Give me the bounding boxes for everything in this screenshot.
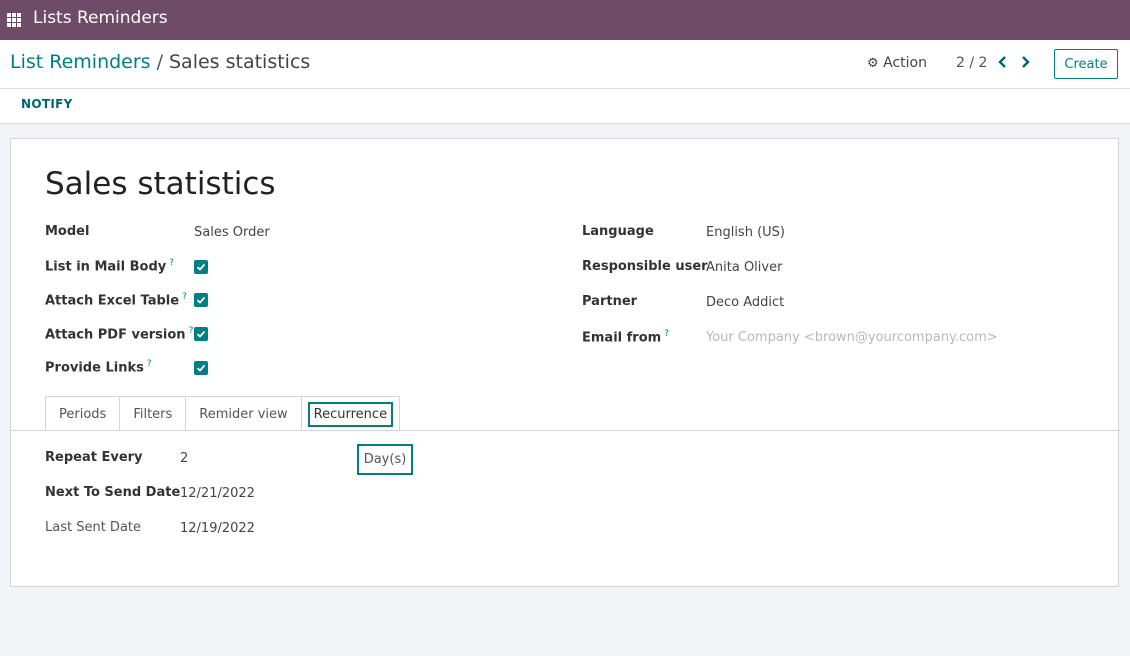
breadcrumb-separator: / — [156, 51, 163, 73]
tab-recurrence[interactable]: Recurrence — [300, 396, 401, 431]
help-tooltip-icon[interactable]: ? — [147, 359, 152, 369]
attach-pdf-checkbox[interactable] — [194, 327, 208, 341]
action-menu-button[interactable]: ⚙ Action — [867, 55, 927, 71]
email-from-field[interactable]: Your Company <brown@yourcompany.com> — [706, 330, 998, 345]
tab-filters[interactable]: Filters — [119, 396, 186, 431]
gear-icon: ⚙ — [867, 56, 879, 71]
responsible-user-label: Responsible user — [582, 259, 708, 274]
provide-links-checkbox[interactable] — [194, 361, 208, 375]
help-tooltip-icon[interactable]: ? — [664, 329, 669, 339]
control-panel: List Reminders / Sales statistics ⚙ Action… — [0, 40, 1130, 124]
record-title[interactable]: Sales statistics — [45, 166, 276, 202]
next-send-date-label: Next To Send Date — [45, 485, 181, 500]
model-label: Model — [45, 224, 90, 239]
help-tooltip-icon[interactable]: ? — [182, 292, 187, 302]
top-navbar: Lists Reminders — [0, 0, 1130, 40]
responsible-user-field[interactable]: Anita Oliver — [706, 260, 782, 275]
model-field[interactable]: Sales Order — [194, 225, 270, 240]
last-sent-date-label: Last Sent Date — [45, 520, 142, 535]
control-panel-divider — [0, 88, 1130, 89]
repeat-every-label: Repeat Every — [45, 450, 143, 465]
notebook-tabs: Periods Filters Remider view Recurrence — [45, 396, 401, 431]
chevron-left-icon[interactable] — [994, 52, 1012, 72]
repeat-every-field[interactable]: 2 — [180, 451, 188, 466]
language-field[interactable]: English (US) — [706, 225, 785, 240]
list-in-mail-body-label: List in Mail Body? — [45, 258, 175, 275]
breadcrumb-parent-link[interactable]: List Reminders — [10, 51, 151, 73]
checkmark-icon — [196, 364, 206, 372]
tab-periods[interactable]: Periods — [45, 396, 120, 431]
attach-excel-checkbox[interactable] — [194, 293, 208, 307]
attach-pdf-label: Attach PDF version? — [45, 326, 194, 343]
checkmark-icon — [196, 263, 206, 271]
checkmark-icon — [196, 330, 206, 338]
app-title[interactable]: Lists Reminders — [33, 8, 168, 28]
action-label: Action — [883, 55, 927, 71]
partner-field[interactable]: Deco Addict — [706, 295, 784, 310]
language-label: Language — [582, 224, 654, 239]
last-sent-date-value: 12/19/2022 — [180, 521, 255, 536]
checkmark-icon — [196, 296, 206, 304]
next-send-date-field[interactable]: 12/21/2022 — [180, 486, 255, 501]
breadcrumb-current: Sales statistics — [169, 51, 311, 73]
provide-links-label: Provide Links? — [45, 359, 152, 376]
tabs-underline — [11, 430, 1120, 431]
list-in-mail-body-checkbox[interactable] — [194, 260, 208, 274]
apps-menu-icon[interactable] — [7, 13, 21, 27]
chevron-right-icon[interactable] — [1016, 52, 1034, 72]
help-tooltip-icon[interactable]: ? — [189, 326, 194, 336]
create-button[interactable]: Create — [1054, 49, 1118, 79]
help-tooltip-icon[interactable]: ? — [169, 258, 174, 268]
tab-reminder-view[interactable]: Remider view — [185, 396, 301, 431]
pager-value[interactable]: 2 / 2 — [956, 55, 987, 71]
email-from-label: Email from? — [582, 329, 669, 346]
form-sheet: Sales statistics Model Sales Order List … — [10, 138, 1120, 587]
attach-excel-label: Attach Excel Table? — [45, 292, 187, 309]
repeat-unit-select[interactable]: Day(s) — [357, 444, 413, 475]
partner-label: Partner — [582, 294, 638, 309]
breadcrumb: List Reminders / Sales statistics — [10, 51, 310, 73]
notify-button[interactable]: NOTIFY — [21, 97, 73, 111]
